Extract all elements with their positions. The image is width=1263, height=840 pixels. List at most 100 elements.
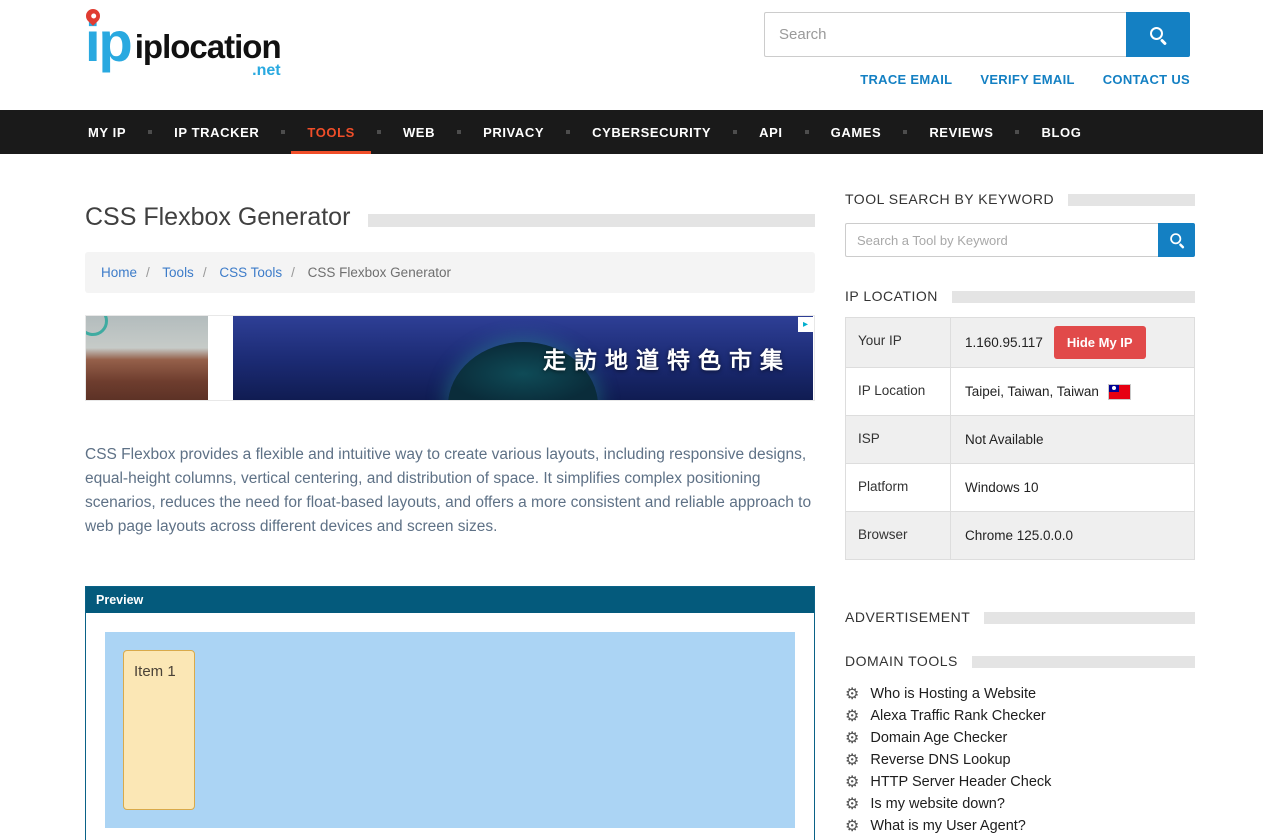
ad-decorative-ring-icon — [85, 315, 108, 336]
domain-tool-item[interactable]: ⚙ Alexa Traffic Rank Checker — [845, 708, 1195, 725]
ip-table-row: Platform Windows 10 — [846, 464, 1194, 512]
ip-table-label: Browser — [846, 512, 951, 559]
nav-item-label: TOOLS — [291, 110, 371, 154]
domain-tool-item[interactable]: ⚙ Reverse DNS Lookup — [845, 752, 1195, 769]
preview-panel-body: Item 1 — [86, 613, 814, 840]
quick-links: TRACE EMAIL VERIFY EMAIL CONTACT US — [860, 72, 1190, 87]
breadcrumb-item[interactable]: Home — [101, 265, 159, 280]
domain-tools-heading: DOMAIN TOOLS — [845, 653, 958, 669]
nav-item[interactable]: REVIEWS — [913, 110, 1025, 154]
domain-tool-link[interactable]: Is my website down? — [870, 796, 1005, 813]
taiwan-flag-icon — [1109, 385, 1130, 399]
ip-table-value-cell: Not Available — [951, 416, 1194, 463]
breadcrumb-item: CSS Flexbox Generator — [308, 265, 451, 280]
content: CSS Flexbox Generator Home Tools CSS Too… — [0, 154, 1263, 840]
ip-location-heading: IP LOCATION — [845, 288, 938, 304]
gear-icon: ⚙ — [845, 796, 859, 813]
tool-search-button[interactable] — [1158, 223, 1195, 257]
sidebar: TOOL SEARCH BY KEYWORD IP LOCATION Your … — [845, 191, 1195, 840]
tool-search-heading-row: TOOL SEARCH BY KEYWORD — [845, 191, 1195, 207]
nav-item[interactable]: BLOG — [1025, 110, 1097, 154]
nav-item-label: GAMES — [815, 110, 898, 154]
nav-item-label: IP TRACKER — [158, 110, 275, 154]
page: ip iplocation .net TRACE EMAIL VERIFY EM… — [0, 0, 1263, 840]
gear-icon: ⚙ — [845, 708, 859, 725]
ip-table-value-cell: Chrome 125.0.0.0 — [951, 512, 1194, 559]
nav-item[interactable]: API — [743, 110, 814, 154]
domain-tool-item[interactable]: ⚙ HTTP Server Header Check — [845, 774, 1195, 791]
page-title: CSS Flexbox Generator — [85, 203, 350, 232]
advertisement-heading: ADVERTISEMENT — [845, 609, 970, 625]
ip-table-value: Taipei, Taiwan, Taiwan — [965, 384, 1099, 399]
logo-text: iplocation .net — [135, 30, 281, 80]
advertisement-heading-row: ADVERTISEMENT — [845, 609, 1195, 625]
domain-tool-link[interactable]: Alexa Traffic Rank Checker — [870, 708, 1045, 725]
gear-icon: ⚙ — [845, 752, 859, 769]
ad-photo-right: 走訪地道特色市集 — [233, 316, 813, 400]
quick-link[interactable]: VERIFY EMAIL — [980, 72, 1074, 87]
domain-tool-item[interactable]: ⚙ Domain Age Checker — [845, 730, 1195, 747]
preview-panel-header: Preview — [86, 587, 814, 613]
nav-item[interactable]: IP TRACKER — [158, 110, 291, 154]
ip-table-label: Your IP — [846, 318, 951, 367]
gear-icon: ⚙ — [845, 774, 859, 791]
title-decoration-bar — [368, 214, 815, 227]
domain-tool-link[interactable]: Reverse DNS Lookup — [870, 752, 1010, 769]
heading-decoration-bar — [952, 291, 1195, 303]
domain-tool-item[interactable]: ⚙ What is my User Agent? — [845, 818, 1195, 835]
quick-link[interactable]: CONTACT US — [1103, 72, 1190, 87]
ip-table-row: ISP Not Available — [846, 416, 1194, 464]
search-icon — [1169, 232, 1184, 247]
ip-table-row: Your IP 1.160.95.117 Hide My IP — [846, 318, 1194, 368]
ip-table-label: IP Location — [846, 368, 951, 415]
domain-tool-item[interactable]: ⚙ Is my website down? — [845, 796, 1195, 813]
logo-name: iplocation — [135, 30, 281, 64]
adchoices-icon[interactable]: ▸ — [798, 317, 813, 332]
ip-table-label: Platform — [846, 464, 951, 511]
ip-table-value-cell: 1.160.95.117 Hide My IP — [951, 318, 1194, 367]
tool-search-input[interactable] — [845, 223, 1158, 257]
tool-search-heading: TOOL SEARCH BY KEYWORD — [845, 191, 1054, 207]
tool-description: CSS Flexbox provides a flexible and intu… — [85, 443, 815, 539]
breadcrumb-item[interactable]: CSS Tools — [219, 265, 304, 280]
preview-panel: Preview Item 1 — [85, 586, 815, 840]
quick-link[interactable]: TRACE EMAIL — [860, 72, 952, 87]
nav-item-label: WEB — [387, 110, 451, 154]
nav-item-label: MY IP — [72, 110, 142, 154]
ip-location-heading-row: IP LOCATION — [845, 288, 1195, 304]
nav-item[interactable]: WEB — [387, 110, 467, 154]
ip-table-value: Windows 10 — [965, 480, 1039, 495]
domain-tools-list: ⚙ Who is Hosting a Website ⚙ Alexa Traff… — [845, 686, 1195, 835]
nav-item-label: REVIEWS — [913, 110, 1009, 154]
domain-tool-link[interactable]: Domain Age Checker — [870, 730, 1007, 747]
ad-banner[interactable]: 走訪地道特色市集 ▸ — [85, 315, 815, 401]
nav-item-label: PRIVACY — [467, 110, 560, 154]
domain-tool-link[interactable]: HTTP Server Header Check — [870, 774, 1051, 791]
header-search-button[interactable] — [1126, 12, 1190, 57]
header-search-input[interactable] — [764, 12, 1126, 57]
gear-icon: ⚙ — [845, 818, 859, 835]
hide-my-ip-button[interactable]: Hide My IP — [1054, 326, 1146, 359]
nav-item[interactable]: MY IP — [72, 110, 158, 154]
nav-item[interactable]: TOOLS — [291, 110, 387, 154]
logo-mark: ip — [85, 14, 131, 70]
gear-icon: ⚙ — [845, 686, 859, 703]
domain-tool-item[interactable]: ⚙ Who is Hosting a Website — [845, 686, 1195, 703]
flex-preview-item: Item 1 — [123, 650, 195, 810]
nav-item-label: API — [743, 110, 798, 154]
domain-tool-link[interactable]: Who is Hosting a Website — [870, 686, 1036, 703]
ip-location-table: Your IP 1.160.95.117 Hide My IP IP Locat… — [845, 317, 1195, 560]
nav-item[interactable]: CYBERSECURITY — [576, 110, 743, 154]
logo[interactable]: ip iplocation .net — [85, 10, 281, 110]
heading-decoration-bar — [984, 612, 1195, 624]
search-icon — [1149, 26, 1167, 44]
breadcrumb: Home Tools CSS Tools CSS Flexbox Generat… — [85, 252, 815, 293]
ip-table-value: 1.160.95.117 — [965, 335, 1043, 350]
nav-item[interactable]: PRIVACY — [467, 110, 576, 154]
nav-item[interactable]: GAMES — [815, 110, 914, 154]
domain-tool-link[interactable]: What is my User Agent? — [870, 818, 1026, 835]
breadcrumb-item[interactable]: Tools — [162, 265, 215, 280]
heading-decoration-bar — [972, 656, 1195, 668]
site-header: ip iplocation .net TRACE EMAIL VERIFY EM… — [0, 0, 1263, 110]
ip-table-row: IP Location Taipei, Taiwan, Taiwan — [846, 368, 1194, 416]
